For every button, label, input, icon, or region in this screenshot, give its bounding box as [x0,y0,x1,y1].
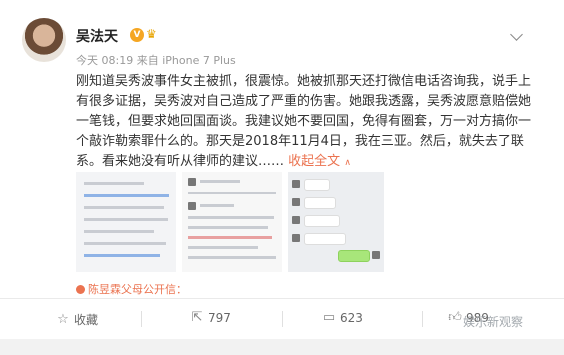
verified-badge-icon: V [130,28,144,42]
image-thumbnail-2[interactable] [182,172,282,272]
post-text: 刚知道吴秀波事件女主被抓，很震惊。她被抓那天还打微信电话咨询我，说手上有很多证据… [76,72,534,173]
repost-count: 797 [208,311,231,325]
favorite-label: 收藏 [74,313,99,327]
source-label: 来自 [136,54,159,67]
post-source: iPhone 7 Plus [162,54,236,67]
repost-button[interactable]: ⇱ 797 [190,310,231,326]
repost-icon: ⇱ [191,310,203,325]
username[interactable]: 吴法天 [76,26,118,46]
crown-icon: ♛ [146,27,157,41]
watermark-text: 娱乐新观察 [463,315,524,329]
collapse-link[interactable]: 收起全文 [288,154,340,169]
thumbs-up-icon: 👍︎ [448,310,462,325]
separator [422,311,423,327]
weibo-post-card: 吴法天 V ♛ 今天 08:19 来自 iPhone 7 Plus 刚知道吴秀波… [0,0,564,355]
bottom-strip [0,339,564,355]
link-icon [76,285,85,294]
post-meta: 今天 08:19 来自 iPhone 7 Plus [76,52,236,68]
comment-icon: ▭ [322,310,336,325]
comment-button[interactable]: ▭ 623 [322,310,363,326]
image-thumbnail-1[interactable] [76,172,176,272]
star-icon: ☆ [57,311,69,327]
watermark: 娱乐新观察 [463,313,523,330]
separator [141,311,142,327]
collapse-arrow-icon[interactable]: ∧ [344,158,351,168]
comment-count: 623 [340,311,363,325]
open-letter-text: 陈昱霖父母公开信： [88,283,187,296]
avatar[interactable] [22,18,66,62]
favorite-button[interactable]: ☆ 收藏 [56,311,98,328]
image-thumbnail-3[interactable] [288,172,384,272]
chevron-down-icon[interactable] [510,28,523,41]
separator [282,311,283,327]
open-letter-link[interactable]: 陈昱霖父母公开信： [76,281,187,297]
post-time: 今天 08:19 [76,54,134,67]
image-thumbnails [76,172,406,272]
